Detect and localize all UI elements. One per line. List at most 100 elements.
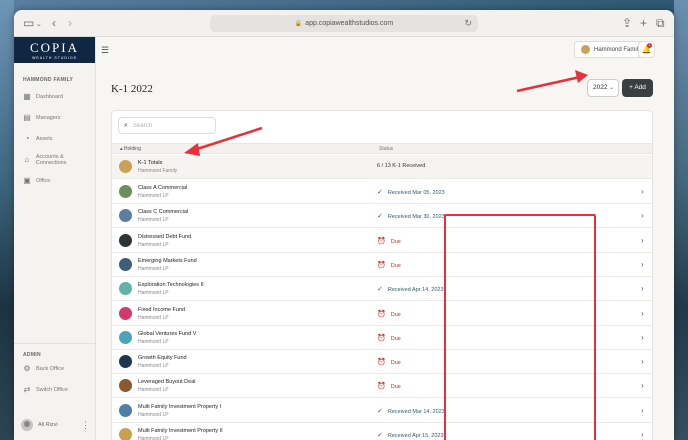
k1-table-card: ⌕ ▴ Holding Status K-1 Totals Hammond Fa… — [111, 110, 653, 440]
user-profile[interactable]: Ali Rizvi ⋮ — [14, 416, 96, 434]
holding-name: Exploration Technologies II — [138, 282, 204, 289]
url-text: app.copiawealthstudios.com — [305, 20, 394, 27]
search-icon: ⌕ — [124, 121, 128, 129]
brand-subtitle: WEALTH STUDIOS — [32, 56, 77, 60]
chevron-right-icon[interactable]: › — [641, 430, 644, 439]
table-row[interactable]: Distressed Debt Fund Hammond LP ⏰ Due › — [112, 229, 652, 253]
sidebar-item-dashboard[interactable]: ▦ Dashboard — [14, 86, 95, 107]
more-options-icon[interactable]: ⋮ — [81, 420, 90, 431]
chevron-right-icon[interactable]: › — [641, 187, 644, 196]
status-column-header: Status — [379, 146, 394, 152]
holding-entity: Hammond LP — [138, 387, 169, 394]
user-name: Ali Rizvi — [38, 422, 58, 428]
add-button[interactable]: + Add — [622, 79, 653, 97]
new-tab-icon[interactable]: + — [640, 15, 647, 31]
address-bar[interactable]: 🔒 app.copiawealthstudios.com ↻ — [210, 15, 478, 32]
sidebar-item-switch-office[interactable]: ⇄ Switch Office — [14, 379, 96, 400]
sidebar-item-assets[interactable]: ◔ Assets — [14, 128, 95, 149]
holding-logo — [119, 257, 132, 271]
holding-logo — [119, 355, 132, 369]
managers-icon: ▤ — [23, 113, 31, 122]
holding-name: Multi Family Investment Property II — [138, 428, 223, 434]
table-row[interactable]: Leveraged Buyout Deal Hammond LP ⏰ Due › — [112, 374, 652, 399]
table-row[interactable]: Multi Family Investment Property II Hammo… — [112, 423, 652, 440]
holding-logo — [119, 379, 132, 393]
table-row[interactable]: Fixed Income Fund Hammond LP ⏰ Due › — [112, 302, 652, 326]
notifications-button[interactable]: 🔔 1 — [638, 41, 655, 58]
status-cell: ✓ Received Apr 14, 2023 — [377, 285, 444, 293]
status-cell: ✓ Received Apr 15, 2023 — [377, 431, 444, 439]
family-logo — [119, 160, 132, 173]
status-cell: ⏰ Due — [377, 261, 401, 269]
table-row[interactable]: Global Ventures Fund V Hammond LP ⏰ Due › — [112, 326, 652, 350]
year-select[interactable]: 2022 ⌄ — [587, 79, 619, 97]
sidebar-item-label: Managers — [36, 114, 61, 121]
chevron-right-icon[interactable]: › — [641, 309, 644, 318]
table-row[interactable]: Emerging Markets Fund Hammond LP ⏰ Due › — [112, 253, 652, 277]
switch-icon: ⇄ — [23, 385, 31, 394]
family-switcher-button[interactable]: Hammond Family — [574, 41, 649, 58]
collapse-menu-icon[interactable]: ☰ — [101, 45, 109, 56]
sidebar: COPIA WEALTH STUDIOS HAMMOND FAMILY ▦ Das… — [14, 37, 96, 440]
holding-name: Growth Equity Fund — [138, 355, 187, 362]
sidebar-item-office[interactable]: ▣ Office — [14, 170, 95, 191]
status-text: Due — [390, 335, 401, 342]
table-row[interactable]: Growth Equity Fund Hammond LP ⏰ Due › — [112, 350, 652, 375]
page-title: K-1 2022 — [111, 83, 153, 95]
table-row[interactable]: Exploration Technologies II Hammond LP ✓ Re… — [112, 277, 652, 302]
dashboard-icon: ▦ — [23, 92, 31, 101]
totals-status: 6 / 13 K-1 Received — [377, 163, 426, 169]
sidebar-item-back-office[interactable]: ⚙ Back Office — [14, 358, 96, 379]
checkmark-icon: ✓ — [377, 213, 383, 221]
reload-icon[interactable]: ↻ — [464, 15, 472, 32]
search-field[interactable]: ⌕ — [118, 117, 216, 134]
chevron-down-icon[interactable]: ⌄ — [36, 17, 42, 33]
holding-name: Class A Commercial — [138, 185, 188, 191]
holding-logo — [119, 185, 132, 198]
chevron-down-icon: ⌄ — [608, 85, 614, 91]
chevron-right-icon[interactable]: › — [641, 236, 644, 245]
browser-window: ▭ ⌄ ‹ › 🔒 app.copiawealthstudios.com ↻ ⇪ … — [14, 10, 674, 440]
holding-entity: Hammond LP — [138, 314, 169, 321]
sidebar-item-label: Back Office — [36, 365, 65, 372]
notification-badge: 1 — [647, 43, 652, 48]
sidebar-item-accounts-connections[interactable]: ⌂ Accounts & Connections — [14, 149, 95, 170]
checkmark-icon: ✓ — [377, 286, 383, 294]
table-row[interactable]: Multi Family Investment Property I Hammon… — [112, 399, 652, 423]
copia-logo[interactable]: COPIA WEALTH STUDIOS — [14, 37, 95, 63]
family-icon — [581, 45, 590, 54]
status-cell: ✓ Received Mar 14, 2023 — [377, 407, 445, 415]
holding-logo — [119, 282, 132, 296]
chevron-right-icon[interactable]: › — [641, 260, 644, 269]
search-input[interactable] — [132, 122, 203, 129]
chevron-right-icon[interactable]: › — [641, 284, 644, 293]
chevron-right-icon[interactable]: › — [641, 333, 644, 342]
back-icon[interactable]: ‹ — [52, 15, 56, 31]
share-icon[interactable]: ⇪ — [622, 15, 632, 31]
totals-row: K-1 Totals Hammond Family 6 / 13 K-1 Rec… — [112, 155, 652, 179]
chevron-right-icon[interactable]: › — [641, 406, 644, 415]
chevron-right-icon[interactable]: › — [641, 381, 644, 390]
status-text: Received Mar 14, 2023 — [387, 408, 445, 415]
chevron-right-icon[interactable]: › — [641, 211, 644, 220]
forward-icon[interactable]: › — [68, 15, 72, 31]
sidebar-item-managers[interactable]: ▤ Managers — [14, 107, 95, 128]
desktop-wallpaper-left — [0, 0, 14, 440]
table-header: ▴ Holding Status — [112, 143, 652, 154]
desktop-wallpaper-right — [674, 0, 688, 440]
brand-name: COPIA — [29, 40, 79, 55]
browser-toolbar: ▭ ⌄ ‹ › 🔒 app.copiawealthstudios.com ↻ ⇪ … — [14, 10, 674, 37]
holding-column-header[interactable]: ▴ Holding — [120, 146, 141, 152]
holding-entity: Hammond LP — [138, 436, 169, 440]
add-button-label: Add — [634, 84, 646, 91]
alarm-clock-icon: ⏰ — [377, 310, 386, 318]
tabs-overview-icon[interactable]: ⧉ — [656, 15, 665, 31]
holding-name: Fixed Income Fund — [138, 306, 186, 313]
sidebar-toggle-icon[interactable]: ▭ — [23, 15, 34, 31]
status-text: Received Mar 30, 2023 — [387, 214, 445, 221]
sidebar-item-label: Dashboard — [36, 93, 63, 100]
table-row[interactable]: Class C Commercial Hammond LP ✓ Received Ma… — [112, 204, 652, 229]
sidebar-item-label: Switch Office — [36, 386, 68, 393]
chevron-right-icon[interactable]: › — [641, 357, 644, 366]
table-row[interactable]: Class A Commercial Hammond LP ✓ Received Ma… — [112, 180, 652, 204]
